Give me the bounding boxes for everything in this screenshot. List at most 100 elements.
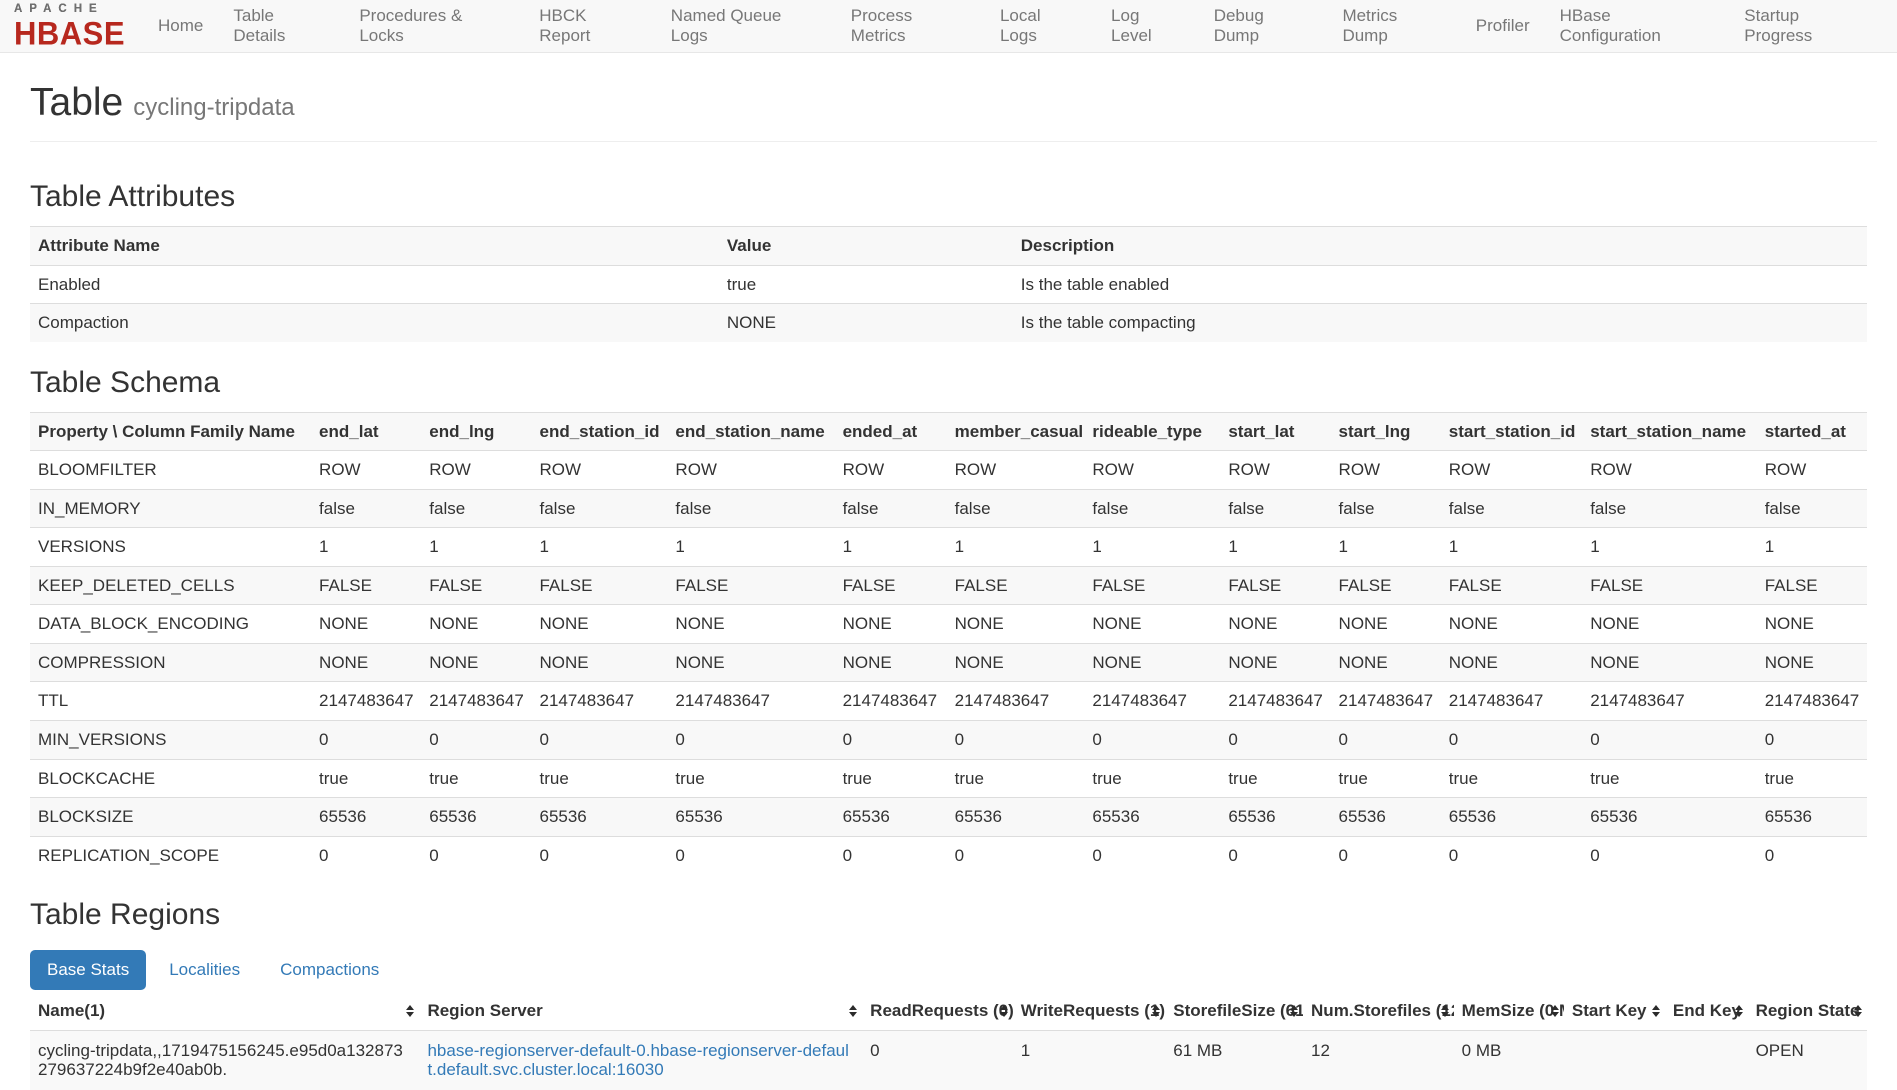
nav-item-metrics-dump[interactable]: Metrics Dump <box>1327 0 1460 52</box>
schema-row-bloomfilter: BLOOMFILTERROWROWROWROWROWROWROWROWROWRO… <box>30 451 1867 490</box>
regions-col-region-state[interactable]: Region State <box>1748 992 1867 1030</box>
schema-value-cell: 0 <box>1441 721 1582 760</box>
schema-value-cell: true <box>1084 759 1220 798</box>
regions-col-region-server[interactable]: Region Server <box>419 992 862 1030</box>
nav-item-hbase-configuration[interactable]: HBase Configuration <box>1545 0 1730 52</box>
schema-value-cell: NONE <box>1757 643 1867 682</box>
nav-item-home[interactable]: Home <box>143 0 218 52</box>
regions-col-num-storefiles-12[interactable]: Num.Storefiles (12) <box>1303 992 1454 1030</box>
nav-item-log-level[interactable]: Log Level <box>1096 0 1199 52</box>
schema-value-cell: 0 <box>1582 836 1757 874</box>
nav-item-procedures-locks[interactable]: Procedures & Locks <box>344 0 524 52</box>
schema-value-cell: true <box>835 759 947 798</box>
regions-col-writerequests-1[interactable]: WriteRequests (1) <box>1013 992 1165 1030</box>
schema-value-cell: ROW <box>947 451 1085 490</box>
schema-value-cell: FALSE <box>947 566 1085 605</box>
schema-value-cell: false <box>1582 489 1757 528</box>
schema-value-cell: NONE <box>1220 643 1330 682</box>
schema-value-cell: FALSE <box>1084 566 1220 605</box>
schema-row-blocksize: BLOCKSIZE6553665536655366553665536655366… <box>30 798 1867 837</box>
schema-family-end-station-id: end_station_id <box>531 412 667 451</box>
sort-icon[interactable] <box>1290 1005 1298 1017</box>
region-server-link[interactable]: hbase-regionserver-default-0.hbase-regio… <box>427 1041 848 1080</box>
logo-apache-text: APACHE <box>14 4 125 16</box>
logo-hbase-text: HBASE <box>14 17 125 50</box>
sort-icon[interactable] <box>406 1005 414 1017</box>
sort-icon[interactable] <box>1735 1005 1743 1017</box>
schema-value-cell: 1 <box>1582 528 1757 567</box>
sort-icon[interactable] <box>1854 1005 1862 1017</box>
schema-value-cell: 65536 <box>1220 798 1330 837</box>
schema-value-cell: 65536 <box>835 798 947 837</box>
schema-value-cell: ROW <box>1220 451 1330 490</box>
nav-item-debug-dump[interactable]: Debug Dump <box>1199 0 1328 52</box>
nav-item-local-logs[interactable]: Local Logs <box>985 0 1096 52</box>
regions-col-label: Start Key <box>1572 1001 1647 1020</box>
regions-col-label: Region State <box>1756 1001 1860 1020</box>
navbar-menu: HomeTable DetailsProcedures & LocksHBCK … <box>143 0 1885 52</box>
schema-family-started-at: started_at <box>1757 412 1867 451</box>
sort-icon[interactable] <box>1652 1005 1660 1017</box>
schema-value-cell: 2147483647 <box>947 682 1085 721</box>
schema-value-cell: FALSE <box>667 566 834 605</box>
regions-col-readrequests-0[interactable]: ReadRequests (0) <box>862 992 1013 1030</box>
sort-icon[interactable] <box>1551 1005 1559 1017</box>
schema-property-name: BLOCKCACHE <box>30 759 311 798</box>
schema-property-name: DATA_BLOCK_ENCODING <box>30 605 311 644</box>
sort-icon[interactable] <box>849 1005 857 1017</box>
nav-item-profiler[interactable]: Profiler <box>1461 0 1545 52</box>
regions-col-start-key[interactable]: Start Key <box>1564 992 1665 1030</box>
regions-col-label: End Key <box>1673 1001 1741 1020</box>
schema-value-cell: NONE <box>835 605 947 644</box>
attribute-cell: NONE <box>719 304 1013 342</box>
regions-col-end-key[interactable]: End Key <box>1665 992 1748 1030</box>
regions-col-memsize-0-mb[interactable]: MemSize (0 MB) <box>1454 992 1564 1030</box>
schema-value-cell: false <box>531 489 667 528</box>
schema-value-cell: NONE <box>531 643 667 682</box>
hbase-logo[interactable]: APACHE HBASE <box>14 4 125 49</box>
attribute-cell: Is the table enabled <box>1013 265 1867 304</box>
attribute-row-compaction: CompactionNONEIs the table compacting <box>30 304 1867 342</box>
regions-col-name-1[interactable]: Name(1) <box>30 992 419 1030</box>
sort-icon[interactable] <box>1441 1005 1449 1017</box>
sort-icon[interactable] <box>1000 1005 1008 1017</box>
tab-base-stats[interactable]: Base Stats <box>30 950 146 990</box>
regions-col-label: Name(1) <box>38 1001 105 1020</box>
regions-col-storefilesize-61-mb[interactable]: StorefileSize (61 MB) <box>1165 992 1303 1030</box>
schema-row-data-block-encoding: DATA_BLOCK_ENCODINGNONENONENONENONENONEN… <box>30 605 1867 644</box>
schema-value-cell: NONE <box>311 605 421 644</box>
tab-localities[interactable]: Localities <box>152 950 257 990</box>
schema-value-cell: ROW <box>531 451 667 490</box>
schema-property-name: BLOCKSIZE <box>30 798 311 837</box>
attribute-row-enabled: EnabledtrueIs the table enabled <box>30 265 1867 304</box>
region-name-cell: cycling-tripdata,,1719475156245.e95d0a13… <box>30 1030 419 1090</box>
schema-value-cell: 65536 <box>421 798 531 837</box>
nav-item-table-details[interactable]: Table Details <box>218 0 344 52</box>
region-row: cycling-tripdata,,1719475156245.e95d0a13… <box>30 1030 1867 1090</box>
schema-property-name: TTL <box>30 682 311 721</box>
nav-item-process-metrics[interactable]: Process Metrics <box>836 0 985 52</box>
schema-value-cell: FALSE <box>421 566 531 605</box>
schema-value-cell: FALSE <box>1220 566 1330 605</box>
schema-value-cell: 0 <box>1757 836 1867 874</box>
schema-value-cell: 1 <box>667 528 834 567</box>
schema-family-member-casual: member_casual <box>947 412 1085 451</box>
schema-value-cell: false <box>1220 489 1330 528</box>
nav-item-hbck-report[interactable]: HBCK Report <box>524 0 656 52</box>
schema-value-cell: true <box>1582 759 1757 798</box>
schema-value-cell: 65536 <box>1331 798 1441 837</box>
schema-value-cell: FALSE <box>1331 566 1441 605</box>
sort-icon[interactable] <box>1152 1005 1160 1017</box>
nav-item-named-queue-logs[interactable]: Named Queue Logs <box>656 0 836 52</box>
schema-value-cell: 65536 <box>947 798 1085 837</box>
schema-value-cell: 0 <box>311 836 421 874</box>
tab-compactions[interactable]: Compactions <box>263 950 396 990</box>
schema-value-cell: 2147483647 <box>667 682 834 721</box>
schema-value-cell: 2147483647 <box>1757 682 1867 721</box>
nav-item-startup-progress[interactable]: Startup Progress <box>1729 0 1885 52</box>
regions-tabs: Base StatsLocalitiesCompactions <box>30 950 1877 990</box>
regions-col-label: Region Server <box>427 1001 542 1020</box>
end-key-cell <box>1665 1030 1748 1090</box>
schema-value-cell: 1 <box>1084 528 1220 567</box>
schema-value-cell: NONE <box>1441 643 1582 682</box>
